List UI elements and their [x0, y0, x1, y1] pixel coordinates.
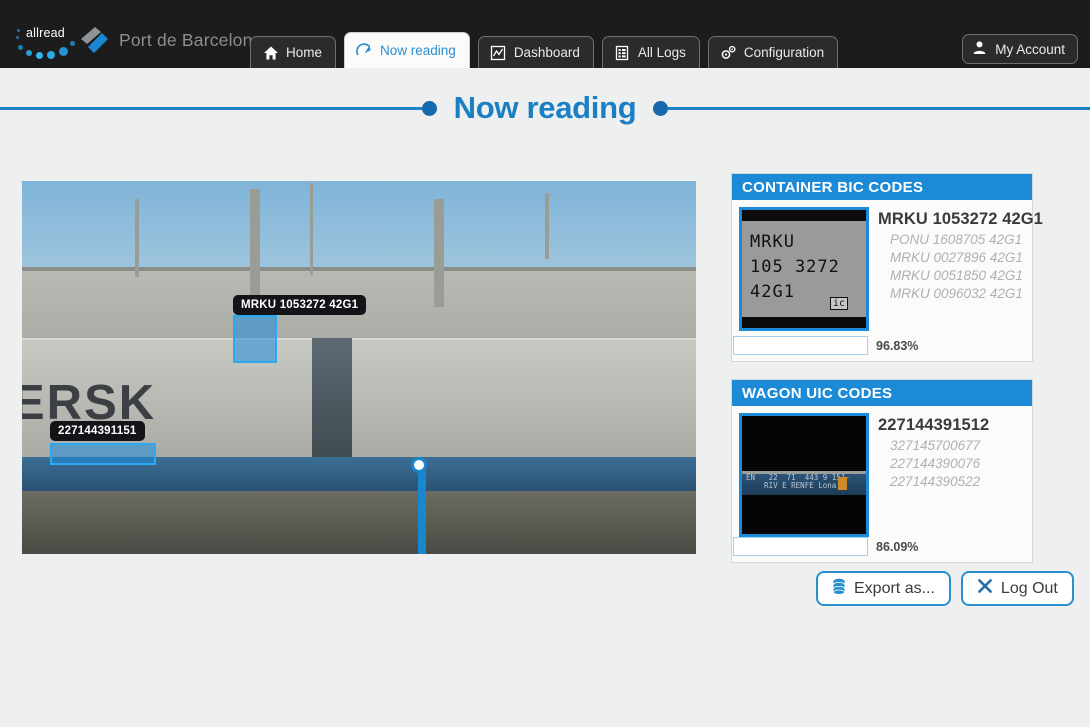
confidence-value: 96.83%: [876, 338, 919, 353]
photo-post: [135, 199, 139, 277]
close-x-icon: [977, 578, 993, 599]
photo-viaduct-rail: [22, 266, 696, 271]
client-name: Port de Barcelona: [119, 29, 263, 50]
main-tabs: Home Now reading Dashboard All Logs Conf…: [250, 32, 839, 68]
photo-post: [310, 183, 313, 275]
chart-icon: [490, 44, 507, 61]
my-account-button[interactable]: My Account: [962, 34, 1078, 64]
top-bar: allread Port de Barcelona Home Now readi…: [0, 0, 1090, 68]
detection-label-container: MRKU 1053272 42G1: [233, 295, 367, 315]
person-icon: [972, 40, 987, 58]
export-as-button[interactable]: Export as...: [816, 571, 951, 606]
export-as-label: Export as...: [854, 579, 935, 597]
title-rule-left: [0, 106, 422, 110]
alternate-code: MRKU 0051850 42G1: [890, 268, 1023, 283]
title-rule-right: [668, 106, 1090, 110]
database-icon: [832, 578, 846, 600]
logo-dot: [59, 47, 68, 56]
title-dot-left: [421, 100, 437, 116]
wagon-confidence-row: 86.09%: [732, 537, 1032, 556]
gears-icon: [720, 44, 737, 61]
allread-logo: allread: [14, 26, 78, 62]
tab-dashboard[interactable]: Dashboard: [477, 36, 594, 68]
action-buttons: Export as... Log Out: [816, 571, 1074, 606]
tab-label: Configuration: [743, 45, 825, 60]
alternate-code: 327145700677: [890, 438, 981, 453]
tab-configuration[interactable]: Configuration: [707, 36, 839, 68]
bic-registration-badge: ic: [829, 297, 848, 310]
logo-dot: [26, 50, 32, 56]
primary-code: MRKU 1053272 42G1: [878, 210, 1043, 228]
container-code-crop-image: MRKU 105 3272 42G1 ic: [739, 207, 869, 331]
crop-bottom-bar: [742, 317, 866, 328]
tab-label: Home: [286, 45, 323, 60]
wagon-uic-panel: WAGON UIC CODES EN 22 71 443 9 151- RIV …: [731, 379, 1033, 563]
gauge-icon: [356, 42, 373, 59]
crop-top-bar: [742, 210, 866, 221]
logo-dot: [70, 41, 75, 46]
client-logo: Port de Barcelona: [78, 25, 263, 55]
panel-body: EN 22 71 443 9 151- RIV E RENFE Lona 227…: [732, 406, 1032, 537]
panel-heading: WAGON UIC CODES: [732, 380, 1032, 406]
panel-body: MRKU 105 3272 42G1 ic MRKU 1053272 42G1 PO…: [732, 200, 1043, 331]
tab-home[interactable]: Home: [250, 36, 337, 68]
crop-code-text: EN 22 71 443 9 151- RIV E RENFE Lona: [746, 472, 850, 490]
tab-label: Dashboard: [513, 45, 580, 60]
crop-code-text: MRKU 105 3272 42G1: [750, 232, 840, 302]
photo-ballast: [22, 490, 696, 554]
container-confidence-row: 96.83%: [732, 336, 1032, 355]
photo-post: [545, 193, 549, 259]
photo-container-gap: [311, 337, 353, 461]
photo-post: [434, 199, 444, 307]
container-code-list: MRKU 1053272 42G1 PONU 1608705 42G1 MRKU…: [869, 207, 1043, 331]
wagon-code-list: 227144391512 327145700677 227144390076 2…: [869, 413, 989, 537]
panel-heading: CONTAINER BIC CODES: [732, 174, 1032, 200]
alternate-code: 227144390076: [890, 456, 981, 471]
alternate-code: MRKU 0027896 42G1: [890, 250, 1023, 265]
primary-code: 227144391512: [878, 416, 990, 434]
home-icon: [262, 44, 279, 61]
tab-all-logs[interactable]: All Logs: [601, 36, 700, 68]
port-sail-icon: [78, 25, 110, 55]
list-icon: [614, 44, 631, 61]
confidence-value: 86.09%: [876, 539, 919, 554]
page-title: Now reading: [453, 90, 637, 125]
tab-now-reading[interactable]: Now reading: [344, 32, 470, 68]
log-out-button[interactable]: Log Out: [960, 571, 1074, 606]
log-out-label: Log Out: [1000, 579, 1058, 597]
logo-dot: [18, 45, 23, 50]
crop-marker-plate: [838, 477, 847, 491]
container-bic-panel: CONTAINER BIC CODES MRKU 105 3272 42G1 ic …: [731, 173, 1043, 362]
live-camera-image: ERSK MRKU 1053272 42G1 227144391151: [22, 181, 696, 554]
photo-pole-marker: [411, 457, 427, 473]
detection-box-wagon: [50, 443, 156, 465]
detection-label-wagon: 227144391151: [50, 421, 145, 441]
confidence-meter: [733, 336, 868, 355]
tab-label: Now reading: [380, 43, 456, 58]
photo-measuring-pole: [418, 471, 426, 554]
logo-dot: [36, 52, 43, 59]
logo-dot: [16, 36, 19, 39]
page-title-row: Now reading: [0, 88, 1090, 128]
alternate-code: MRKU 0096032 42G1: [890, 286, 1023, 301]
photo-post: [250, 189, 260, 307]
allread-wordmark: allread: [26, 26, 65, 40]
logo-dot: [47, 51, 55, 59]
wagon-code-crop-image: EN 22 71 443 9 151- RIV E RENFE Lona: [739, 413, 869, 537]
tab-label: All Logs: [637, 45, 686, 60]
title-dot-right: [653, 100, 669, 116]
confidence-meter: [733, 537, 868, 556]
account-label: My Account: [995, 41, 1065, 57]
alternate-code: PONU 1608705 42G1: [890, 232, 1023, 247]
alternate-code: 227144390522: [890, 474, 981, 489]
detection-box-container: [233, 315, 277, 363]
logo-dot: [17, 29, 20, 32]
